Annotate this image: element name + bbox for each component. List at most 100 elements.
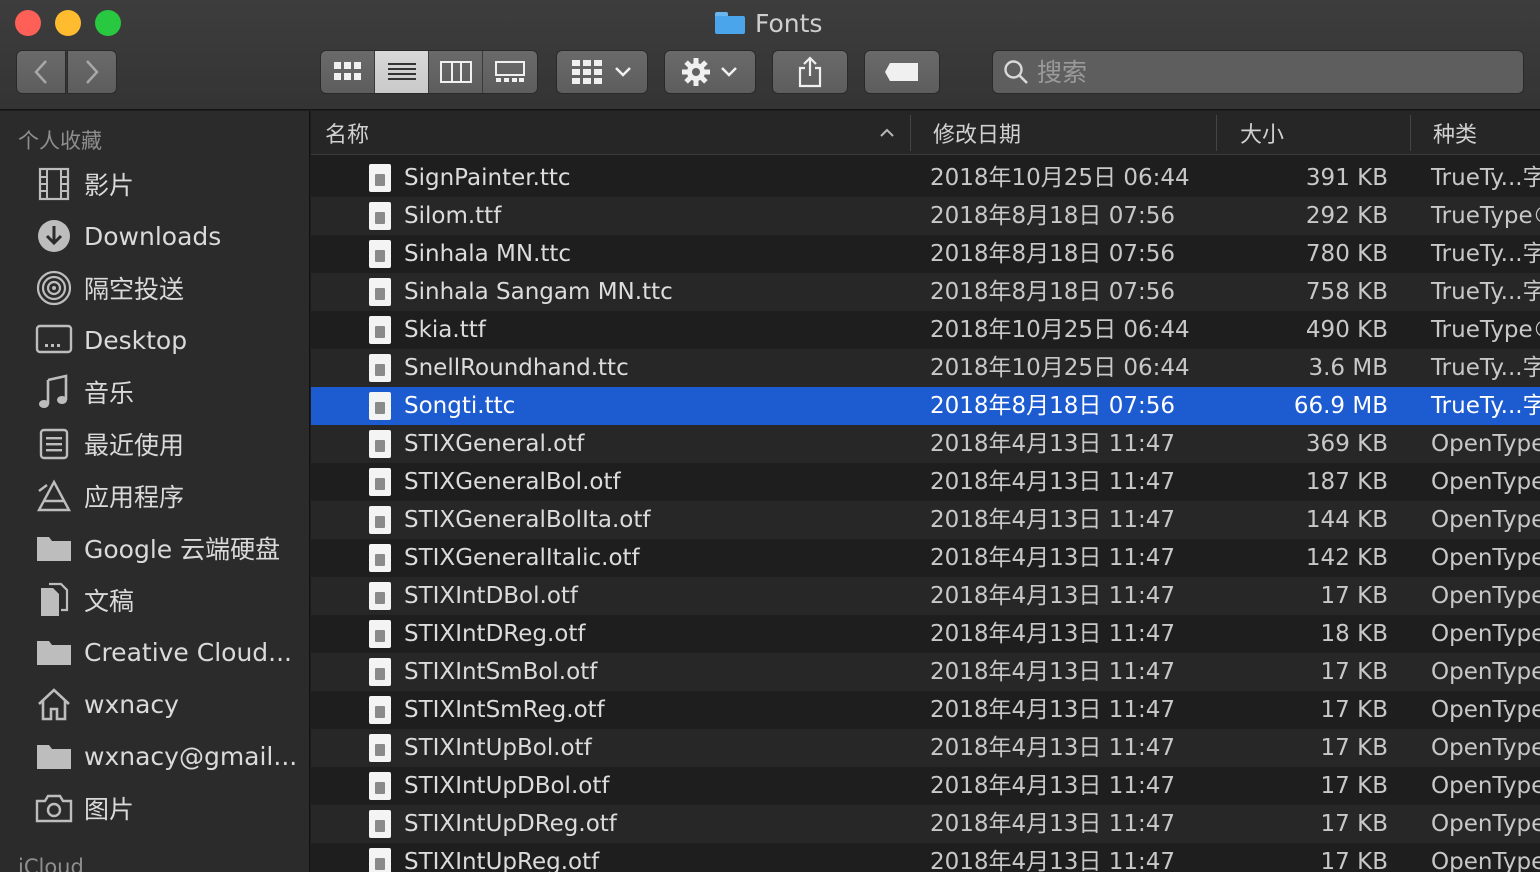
download-icon bbox=[34, 216, 74, 256]
sidebar-item-applications[interactable]: 应用程序 bbox=[0, 470, 309, 522]
sidebar-item-label: 应用程序 bbox=[84, 483, 185, 512]
font-file-icon bbox=[369, 316, 391, 344]
file-name: Silom.ttf bbox=[404, 203, 502, 229]
sidebar-item-recents[interactable]: 最近使用 bbox=[0, 418, 309, 470]
sidebar-item-label: Creative Cloud... bbox=[84, 637, 293, 667]
file-size: 391 KB bbox=[1305, 165, 1388, 191]
action-menu-button[interactable] bbox=[664, 50, 756, 94]
file-row[interactable]: STIXGeneralBol.otf 2018年4月13日 11:47 187 KB… bbox=[311, 463, 1540, 501]
sidebar-item-home[interactable]: wxnacy bbox=[0, 678, 309, 730]
file-size: 17 KB bbox=[1320, 659, 1388, 685]
recents-icon bbox=[34, 424, 74, 464]
sidebar-item-creative-cloud[interactable]: Creative Cloud... bbox=[0, 626, 309, 678]
forward-button[interactable] bbox=[67, 50, 117, 94]
file-size: 758 KB bbox=[1305, 279, 1388, 305]
camera-icon bbox=[34, 788, 74, 828]
file-size: 369 KB bbox=[1305, 431, 1388, 457]
list-view-button[interactable] bbox=[375, 51, 429, 93]
file-row[interactable]: Sinhala MN.ttc 2018年8月18日 07:56 780 KB True… bbox=[311, 235, 1540, 273]
file-kind: OpenType bbox=[1431, 697, 1540, 723]
column-header-size[interactable]: 大小 bbox=[1240, 111, 1410, 155]
file-kind: OpenType bbox=[1431, 545, 1540, 571]
home-icon bbox=[34, 684, 74, 724]
sidebar-item-desktop[interactable]: Desktop bbox=[0, 314, 309, 366]
file-kind: OpenType bbox=[1431, 849, 1540, 872]
column-header-date[interactable]: 修改日期 bbox=[933, 111, 1213, 155]
file-modified-date: 2018年4月13日 11:47 bbox=[930, 849, 1176, 872]
file-row[interactable]: STIXIntSmReg.otf 2018年4月13日 11:47 17 KB Ope… bbox=[311, 691, 1540, 729]
file-name: STIXIntUpDBol.otf bbox=[404, 773, 610, 799]
file-row[interactable]: Songti.ttc 2018年8月18日 07:56 66.9 MB TrueTy.… bbox=[311, 387, 1540, 425]
icon-view-button[interactable] bbox=[321, 51, 375, 93]
file-row[interactable]: SnellRoundhand.ttc 2018年10月25日 06:44 3.6 M… bbox=[311, 349, 1540, 387]
file-row[interactable]: STIXIntUpDReg.otf 2018年4月13日 11:47 17 KB Op… bbox=[311, 805, 1540, 843]
file-kind: OpenType bbox=[1431, 507, 1540, 533]
file-kind: OpenType bbox=[1431, 773, 1540, 799]
sidebar-item-documents[interactable]: 文稿 bbox=[0, 574, 309, 626]
column-header-name[interactable]: 名称 bbox=[325, 111, 905, 155]
sidebar-item-label: Google 云端硬盘 bbox=[84, 535, 281, 564]
column-divider[interactable] bbox=[1410, 115, 1411, 151]
column-header-kind[interactable]: 种类 bbox=[1433, 111, 1540, 155]
file-row[interactable]: Sinhala Sangam MN.ttc 2018年8月18日 07:56 758… bbox=[311, 273, 1540, 311]
font-file-icon bbox=[369, 278, 391, 306]
font-file-icon bbox=[369, 772, 391, 800]
maximize-window-button[interactable] bbox=[95, 10, 121, 36]
share-button[interactable] bbox=[772, 50, 848, 94]
font-file-icon bbox=[369, 392, 391, 420]
file-row[interactable]: STIXGeneralItalic.otf 2018年4月13日 11:47 142… bbox=[311, 539, 1540, 577]
column-divider[interactable] bbox=[910, 115, 911, 151]
chevron-down-icon bbox=[721, 67, 737, 77]
gallery-view-button[interactable] bbox=[483, 51, 537, 93]
file-kind: TrueTy...字 bbox=[1431, 279, 1540, 305]
column-divider[interactable] bbox=[1216, 115, 1217, 151]
file-row[interactable]: STIXIntDBol.otf 2018年4月13日 11:47 17 KB Open… bbox=[311, 577, 1540, 615]
file-kind: OpenType bbox=[1431, 431, 1540, 457]
column-header-date-label: 修改日期 bbox=[933, 123, 1022, 148]
group-by-button[interactable] bbox=[556, 50, 648, 94]
file-list: 名称 修改日期 大小 种类 SignPainter.ttc 2018年10月25日… bbox=[311, 111, 1540, 872]
minimize-window-button[interactable] bbox=[55, 10, 81, 36]
file-kind: OpenType bbox=[1431, 583, 1540, 609]
sidebar-item-movies[interactable]: 影片 bbox=[0, 158, 309, 210]
file-row[interactable]: Silom.ttf 2018年8月18日 07:56 292 KB TrueType® bbox=[311, 197, 1540, 235]
file-row[interactable]: STIXIntSmBol.otf 2018年4月13日 11:47 17 KB Ope… bbox=[311, 653, 1540, 691]
desktop-icon bbox=[34, 320, 74, 360]
file-kind: OpenType bbox=[1431, 811, 1540, 837]
file-name: STIXIntUpDReg.otf bbox=[404, 811, 617, 837]
back-button[interactable] bbox=[16, 50, 66, 94]
view-mode-segmented-control bbox=[320, 50, 538, 94]
sidebar-item-pictures[interactable]: 图片 bbox=[0, 782, 309, 834]
file-row[interactable]: STIXGeneral.otf 2018年4月13日 11:47 369 KB Ope… bbox=[311, 425, 1540, 463]
sidebar-item-music[interactable]: 音乐 bbox=[0, 366, 309, 418]
folder-icon bbox=[34, 528, 74, 568]
chevron-right-icon bbox=[86, 60, 99, 84]
file-modified-date: 2018年8月18日 07:56 bbox=[930, 393, 1176, 419]
file-row[interactable]: STIXIntUpBol.otf 2018年4月13日 11:47 17 KB Ope… bbox=[311, 729, 1540, 767]
file-row[interactable]: STIXGeneralBolIta.otf 2018年4月13日 11:47 144… bbox=[311, 501, 1540, 539]
file-row[interactable]: STIXIntUpDBol.otf 2018年4月13日 11:47 17 KB Op… bbox=[311, 767, 1540, 805]
file-kind: OpenType bbox=[1431, 659, 1540, 685]
file-row[interactable]: STIXIntUpReg.otf 2018年4月13日 11:47 17 KB Ope… bbox=[311, 843, 1540, 872]
edit-tags-button[interactable] bbox=[864, 50, 940, 94]
list-view-icon bbox=[387, 63, 416, 80]
search-field[interactable] bbox=[992, 50, 1524, 94]
close-window-button[interactable] bbox=[15, 10, 41, 36]
sidebar-item-label: 隔空投送 bbox=[84, 275, 185, 304]
film-icon bbox=[34, 164, 74, 204]
sidebar-item-label: 最近使用 bbox=[84, 431, 185, 460]
search-input[interactable] bbox=[1037, 57, 1497, 87]
file-row[interactable]: STIXIntDReg.otf 2018年4月13日 11:47 18 KB Open… bbox=[311, 615, 1540, 653]
file-name: SignPainter.ttc bbox=[404, 165, 571, 191]
file-kind: TrueTy...字 bbox=[1431, 355, 1540, 381]
sidebar-item-downloads[interactable]: Downloads bbox=[0, 210, 309, 262]
file-modified-date: 2018年4月13日 11:47 bbox=[930, 659, 1176, 685]
file-modified-date: 2018年4月13日 11:47 bbox=[930, 469, 1176, 495]
column-view-button[interactable] bbox=[429, 51, 483, 93]
font-file-icon bbox=[369, 240, 391, 268]
sidebar-item-gmail-folder[interactable]: wxnacy@gmail... bbox=[0, 730, 309, 782]
sidebar-item-airdrop[interactable]: 隔空投送 bbox=[0, 262, 309, 314]
file-row[interactable]: SignPainter.ttc 2018年10月25日 06:44 391 KB Tr… bbox=[311, 159, 1540, 197]
file-row[interactable]: Skia.ttf 2018年10月25日 06:44 490 KB TrueType® bbox=[311, 311, 1540, 349]
sidebar-item-google-drive[interactable]: Google 云端硬盘 bbox=[0, 522, 309, 574]
